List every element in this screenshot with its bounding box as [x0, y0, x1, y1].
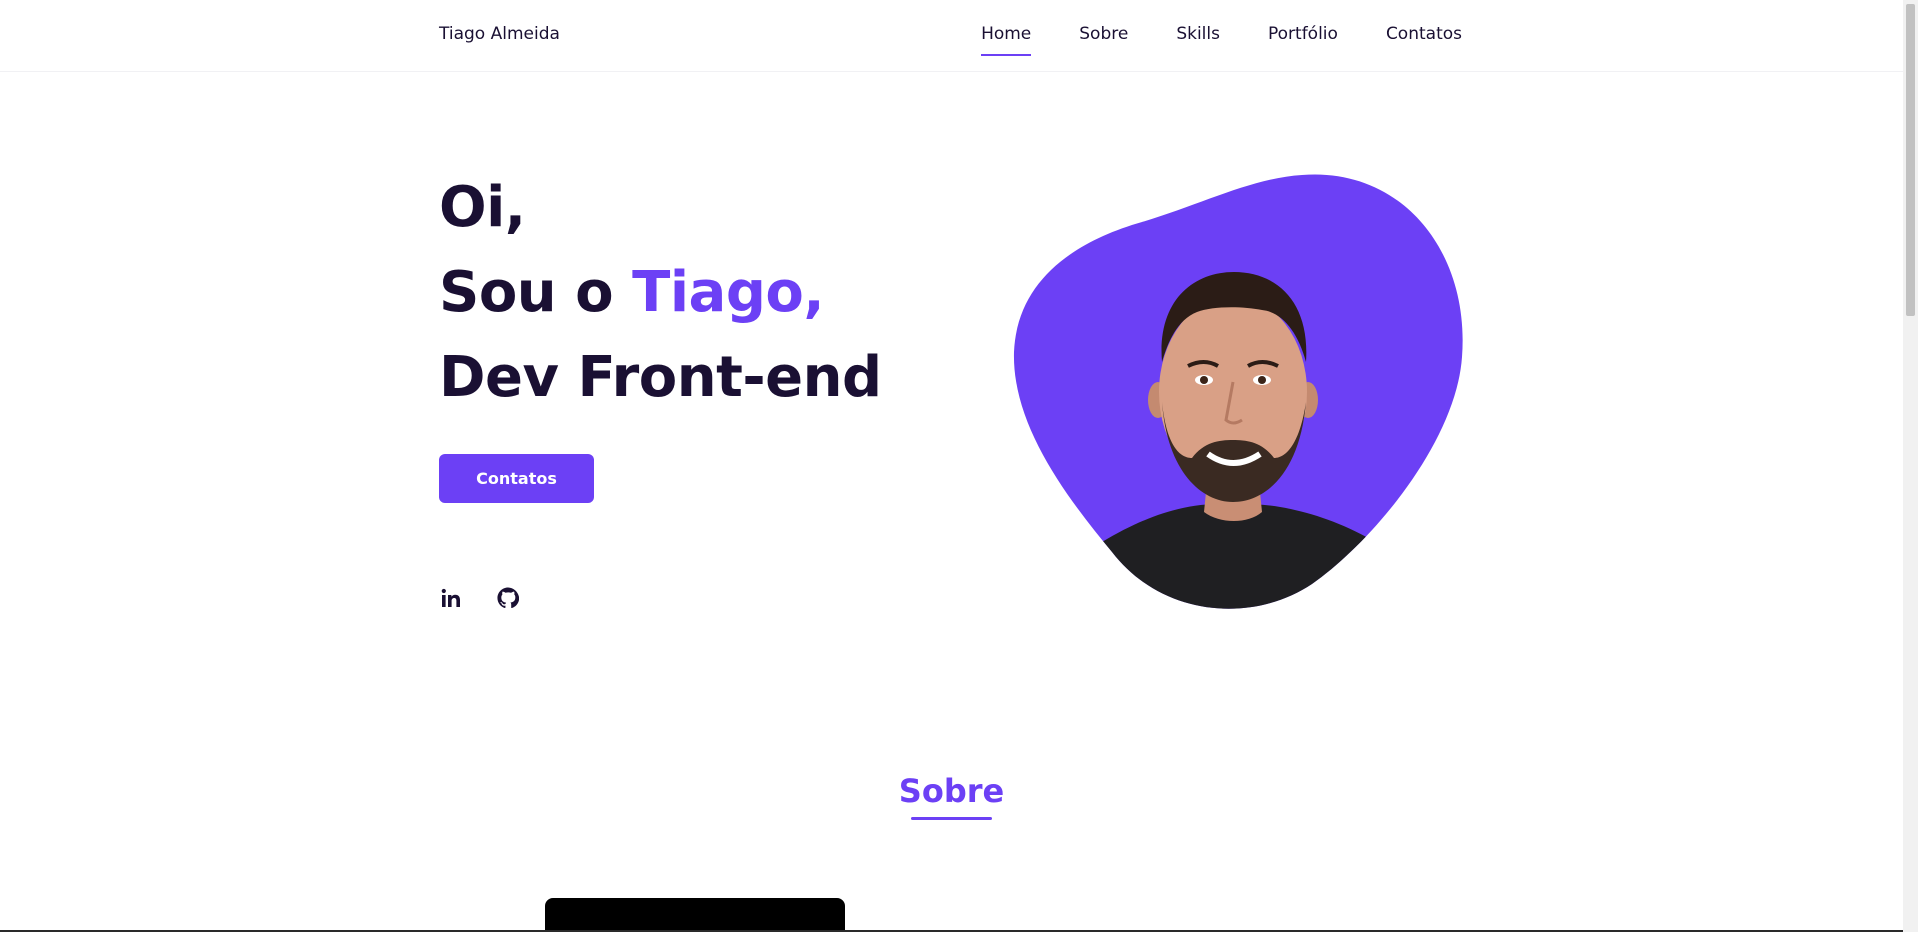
hero-intro-line: Sou o Tiago, — [439, 250, 882, 335]
social-links — [439, 586, 519, 609]
brand-logo-link[interactable]: Tiago Almeida — [439, 24, 560, 44]
nav-link-portfolio[interactable]: Portfólio — [1268, 24, 1338, 44]
nav-link-home[interactable]: Home — [981, 24, 1032, 56]
about-image-card — [545, 898, 845, 932]
hero-name: Tiago, — [632, 260, 825, 325]
linkedin-link[interactable] — [439, 586, 462, 609]
nav-link-contatos[interactable]: Contatos — [1386, 24, 1462, 44]
github-link[interactable] — [496, 586, 519, 609]
about-section-title: Sobre — [898, 772, 1005, 810]
site-header: Tiago Almeida Home Sobre Skills Portfóli… — [0, 0, 1903, 72]
scrollbar-thumb[interactable] — [1906, 4, 1915, 316]
nav-link-sobre[interactable]: Sobre — [1079, 24, 1128, 44]
about-title-underline — [911, 817, 992, 820]
hero-title: Oi, Sou o Tiago, Dev Front-end — [439, 165, 882, 420]
profile-photo — [1013, 174, 1463, 609]
page-scrollbar[interactable] — [1903, 0, 1918, 932]
nav-link-skills[interactable]: Skills — [1176, 24, 1220, 44]
hero-greeting: Oi, — [439, 175, 526, 240]
main-nav: Home Sobre Skills Portfólio Contatos — [981, 24, 1462, 56]
profile-photo-blob — [1012, 172, 1464, 614]
linkedin-icon — [441, 588, 460, 607]
hero-role: Dev Front-end — [439, 345, 882, 410]
contatos-button[interactable]: Contatos — [439, 454, 594, 503]
hero-intro-prefix: Sou o — [439, 260, 633, 325]
github-icon — [496, 586, 519, 608]
